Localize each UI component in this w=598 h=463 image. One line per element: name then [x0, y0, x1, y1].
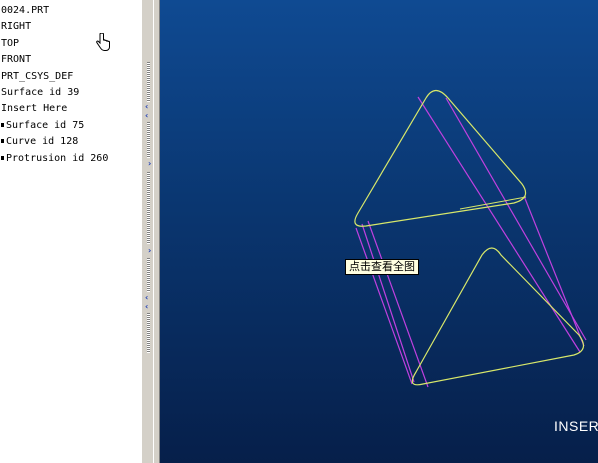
model-tree-panel: 0024.PRT RIGHT TOP FRONT PRT_CSYS_DEF Su… [0, 0, 141, 463]
tree-item-curve-128[interactable]: Curve id 128 [1, 134, 108, 150]
tree-item-label: Surface id 75 [6, 119, 85, 131]
sash-grip[interactable] [147, 62, 150, 102]
tree-item-csys[interactable]: PRT_CSYS_DEF [1, 69, 108, 85]
extrusion-edges [355, 96, 587, 388]
tree-item-insert-here[interactable]: Insert Here [1, 101, 108, 117]
hand-pointer-icon [96, 33, 110, 51]
viewport-border [153, 0, 160, 463]
tree-item-label: FRONT [1, 54, 32, 66]
tree-item-surface-39[interactable]: Surface id 39 [1, 85, 108, 101]
panel-sash[interactable]: ‹ ‹ › › ‹ ‹ [144, 0, 153, 463]
collapse-left-icon[interactable]: ‹ [145, 294, 148, 302]
tree-item-protrusion-260[interactable]: Protrusion id 260 [1, 151, 108, 167]
tree-item-label: Insert Here [1, 103, 68, 115]
tree-item-label: Protrusion id 260 [6, 152, 109, 164]
collapse-left-icon[interactable]: ‹ [145, 303, 148, 311]
tree-item-label: RIGHT [1, 21, 32, 33]
collapse-left-icon[interactable]: ‹ [145, 103, 148, 111]
tree-item-right-datum[interactable]: RIGHT [1, 19, 108, 35]
sash-grip[interactable] [147, 172, 150, 244]
tree-item-label: 0024.PRT [1, 5, 50, 16]
upper-triangle-face [354, 89, 527, 227]
hidden-edge [459, 196, 527, 210]
tree-item-front-datum[interactable]: FRONT [1, 52, 108, 68]
tree-item-label: TOP [1, 37, 20, 49]
tree-item-label: Surface id 39 [1, 86, 80, 98]
tree-item-top-datum[interactable]: TOP [1, 36, 108, 52]
tree-item-part[interactable]: 0024.PRT [1, 3, 108, 19]
expand-right-icon[interactable]: › [148, 247, 151, 255]
model-tree-list: 0024.PRT RIGHT TOP FRONT PRT_CSYS_DEF Su… [1, 3, 108, 167]
sash-grip[interactable] [147, 258, 150, 292]
expand-right-icon[interactable]: › [148, 160, 151, 168]
app-window: 0024.PRT RIGHT TOP FRONT PRT_CSYS_DEF Su… [0, 0, 598, 463]
tooltip: 点击查看全图 [345, 259, 419, 275]
feature-marker-icon [1, 122, 4, 127]
mode-label: INSER [554, 418, 598, 434]
feature-marker-icon [1, 155, 4, 160]
collapse-left-icon[interactable]: ‹ [145, 112, 148, 120]
model-wireframe [354, 89, 587, 388]
sash-grip[interactable] [147, 313, 150, 353]
sash-grip[interactable] [147, 122, 150, 158]
tree-item-surface-75[interactable]: Surface id 75 [1, 118, 108, 134]
tree-item-label: Curve id 128 [6, 136, 79, 148]
feature-marker-icon [1, 139, 4, 144]
tree-item-label: PRT_CSYS_DEF [1, 70, 74, 82]
graphics-viewport[interactable]: 点击查看全图 INSER [160, 0, 598, 463]
